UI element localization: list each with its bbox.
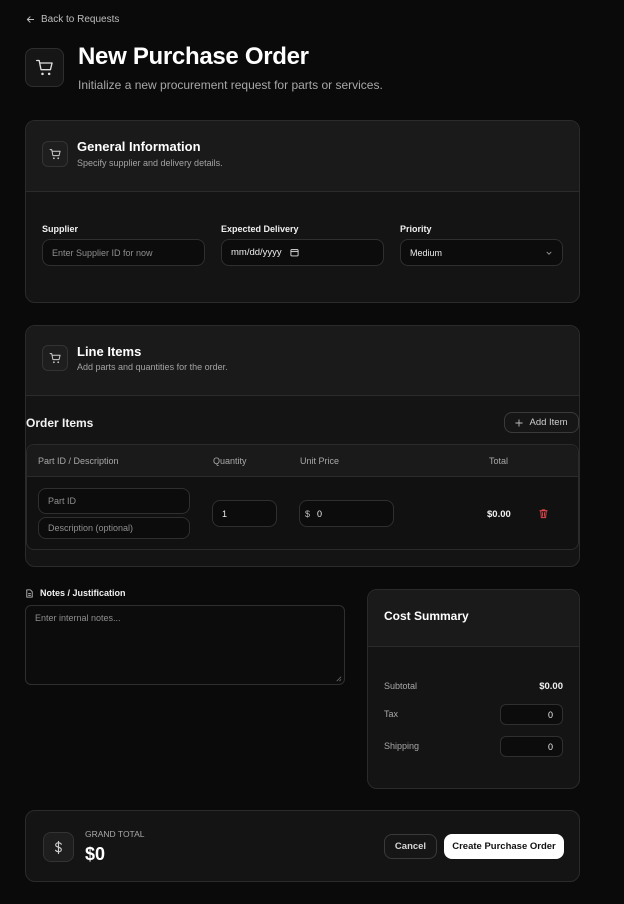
quantity-value: 1: [222, 508, 228, 519]
subtotal-label: Subtotal: [384, 681, 418, 691]
priority-label: Priority: [400, 224, 432, 234]
supplier-input[interactable]: Enter Supplier ID for now: [42, 239, 205, 266]
cart-icon: [49, 352, 61, 363]
resize-handle-icon[interactable]: [335, 675, 342, 682]
delivery-value: mm/dd/yyyy: [231, 247, 282, 258]
create-label: Create Purchase Order: [452, 841, 556, 852]
order-items-label: Order Items: [26, 416, 94, 430]
row-total: $0.00: [487, 509, 511, 520]
back-to-requests-link[interactable]: Back to Requests: [26, 14, 119, 25]
cost-summary-title: Cost Summary: [384, 609, 469, 623]
column-header-part: Part ID / Description: [38, 456, 119, 466]
priority-value: Medium: [410, 247, 443, 258]
cart-icon: [35, 59, 53, 75]
general-section-icon-box: [42, 141, 68, 167]
chevron-down-icon: [546, 251, 552, 255]
currency-symbol: $: [305, 508, 311, 519]
cancel-button[interactable]: Cancel: [384, 834, 437, 859]
tax-label: Tax: [384, 709, 399, 719]
priority-select[interactable]: Medium: [400, 239, 563, 266]
tax-input[interactable]: 0: [500, 704, 563, 725]
part-id-placeholder: Part ID: [48, 496, 77, 506]
tax-value: 0: [547, 709, 553, 720]
cart-icon: [49, 148, 61, 159]
column-header-unit-price: Unit Price: [300, 456, 340, 466]
line-items-title: Line Items: [77, 344, 142, 359]
part-id-input[interactable]: Part ID: [38, 488, 190, 514]
table-row: Part ID Description (optional) 1 $ 0 $0.…: [27, 477, 578, 549]
page-title: New Purchase Order: [78, 43, 309, 70]
notes-label-row: Notes / Justification: [25, 588, 126, 598]
expected-delivery-input[interactable]: mm/dd/yyyy: [221, 239, 384, 266]
description-placeholder: Description (optional): [48, 523, 134, 533]
cancel-label: Cancel: [394, 841, 427, 852]
quantity-input[interactable]: 1: [212, 500, 277, 527]
order-items-table: Part ID / Description Quantity Unit Pric…: [26, 444, 579, 550]
create-purchase-order-button[interactable]: Create Purchase Order: [444, 834, 564, 859]
document-icon: [26, 588, 33, 598]
table-header-row: Part ID / Description Quantity Unit Pric…: [27, 445, 578, 477]
notes-textarea[interactable]: Enter internal notes...: [25, 605, 345, 685]
column-header-total: Total: [489, 456, 509, 466]
shipping-value: 0: [547, 741, 553, 752]
grand-total-bar: GRAND TOTAL $0 Cancel Create Purchase Or…: [25, 810, 580, 882]
add-item-label: Add Item: [529, 417, 568, 428]
grand-total-value: $0: [85, 844, 106, 864]
column-header-quantity: Quantity: [213, 456, 247, 466]
grand-total-label: GRAND TOTAL: [85, 829, 145, 839]
subtotal-value: $0.00: [539, 681, 563, 692]
description-input[interactable]: Description (optional): [38, 517, 190, 539]
expected-delivery-label: Expected Delivery: [221, 224, 299, 234]
unit-price-value: 0: [317, 508, 323, 519]
supplier-label: Supplier: [42, 224, 79, 234]
cost-summary-card: Cost Summary Subtotal $0.00 Tax 0 Shippi…: [367, 589, 580, 789]
add-item-button[interactable]: Add Item: [504, 412, 579, 433]
supplier-placeholder: Enter Supplier ID for now: [52, 247, 153, 258]
line-items-card: Line Items Add parts and quantities for …: [25, 325, 580, 567]
general-section-subtitle: Specify supplier and delivery details.: [77, 158, 223, 168]
dollar-icon-box: [43, 832, 74, 862]
general-information-header: General Information Specify supplier and…: [26, 121, 579, 192]
trash-icon[interactable]: [538, 508, 549, 519]
page-subtitle: Initialize a new procurement request for…: [78, 78, 383, 92]
notes-label: Notes / Justification: [40, 588, 126, 598]
general-section-title: General Information: [77, 139, 201, 154]
back-label: Back to Requests: [41, 14, 120, 25]
shipping-label: Shipping: [384, 741, 420, 751]
unit-price-input[interactable]: $ 0: [299, 500, 394, 527]
calendar-icon[interactable]: [290, 248, 299, 257]
arrow-left-icon: [26, 16, 35, 23]
cost-summary-header: Cost Summary: [368, 590, 579, 647]
dollar-icon: [54, 840, 62, 854]
header-cart-icon-box: [25, 48, 64, 87]
line-items-header: Line Items Add parts and quantities for …: [26, 326, 579, 396]
line-items-subtitle: Add parts and quantities for the order.: [77, 362, 228, 372]
notes-placeholder: Enter internal notes...: [35, 613, 121, 623]
general-information-card: General Information Specify supplier and…: [25, 120, 580, 303]
line-items-icon-box: [42, 345, 68, 371]
shipping-input[interactable]: 0: [500, 736, 563, 757]
plus-icon: [515, 418, 524, 427]
